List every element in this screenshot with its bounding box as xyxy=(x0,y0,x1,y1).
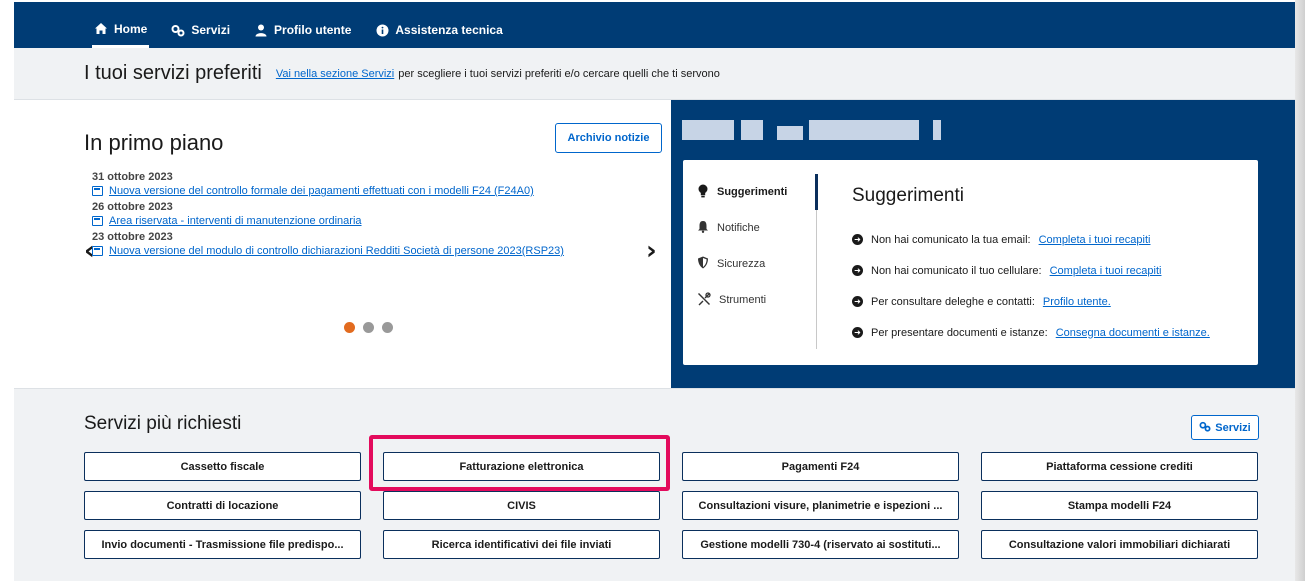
news-link[interactable]: Nuova versione del modulo di controllo d… xyxy=(109,244,564,258)
suggestion-link[interactable]: Completa i tuoi recapiti xyxy=(1039,234,1151,246)
carousel-next-icon[interactable]: › xyxy=(646,236,657,266)
suggestion-text: Non hai comunicato il tuo cellulare: xyxy=(871,264,1042,277)
tab-suggerimenti[interactable]: Suggerimenti xyxy=(697,174,817,210)
favorites-bar: I tuoi servizi preferiti Vai nella sezio… xyxy=(14,48,1295,100)
arrow-circle-icon: ➜ xyxy=(852,234,863,245)
carousel-dot[interactable] xyxy=(363,322,374,333)
tab-suggerimenti-label: Suggerimenti xyxy=(717,186,788,198)
popular-services-section: Servizi più richiesti Servizi Cassetto f… xyxy=(14,388,1295,581)
service-gestione-modelli-730[interactable]: Gestione modelli 730-4 (riservato ai sos… xyxy=(682,530,959,559)
service-stampa-modelli-f24[interactable]: Stampa modelli F24 xyxy=(981,491,1258,520)
news-date: 26 ottobre 2023 xyxy=(92,201,173,213)
user-panel: Suggerimenti Notifiche Sicurezza Strumen… xyxy=(671,100,1295,388)
suggestions-list: ➜ Non hai comunicato la tua email: Compl… xyxy=(852,224,1210,348)
favorites-link[interactable]: Vai nella sezione Servizi xyxy=(276,68,394,80)
news-link[interactable]: Area riservata - interventi di manutenzi… xyxy=(109,214,362,228)
suggestion-item: ➜ Per consultare deleghe e contatti: Pro… xyxy=(852,286,1210,317)
news-title: In primo piano xyxy=(84,130,224,155)
info-icon xyxy=(375,23,389,37)
redacted-name xyxy=(777,126,803,140)
tab-notifiche[interactable]: Notifiche xyxy=(697,210,817,246)
home-icon xyxy=(94,22,108,36)
suggestion-link[interactable]: Profilo utente. xyxy=(1043,296,1111,308)
suggestion-text: Non hai comunicato la tua email: xyxy=(871,233,1031,246)
shield-icon xyxy=(697,256,709,272)
suggestion-link[interactable]: Consegna documenti e istanze. xyxy=(1056,327,1210,339)
bell-icon xyxy=(697,220,709,236)
top-navigation: Home Servizi Profilo utente Assistenza t… xyxy=(14,2,1295,48)
nav-home[interactable]: Home xyxy=(92,12,150,48)
document-icon xyxy=(92,246,103,256)
news-list: 31 ottobre 2023 Nuova versione del contr… xyxy=(92,168,612,259)
nav-assistenza[interactable]: Assistenza tecnica xyxy=(373,12,504,48)
news-date: 23 ottobre 2023 xyxy=(92,231,173,243)
arrow-circle-icon: ➜ xyxy=(852,296,863,307)
redacted-name xyxy=(809,120,919,140)
suggestion-item: ➜ Per presentare documenti e istanze: Co… xyxy=(852,317,1210,348)
suggestions-title: Suggerimenti xyxy=(852,185,964,206)
news-item[interactable]: Nuova versione del controllo formale dei… xyxy=(92,184,612,198)
service-cassetto-fiscale[interactable]: Cassetto fiscale xyxy=(84,452,361,481)
right-shadow xyxy=(1295,0,1305,581)
redacted-name xyxy=(741,120,763,140)
favorites-title: I tuoi servizi preferiti xyxy=(84,62,262,84)
nav-servizi[interactable]: Servizi xyxy=(169,12,232,48)
nav-servizi-label: Servizi xyxy=(191,23,231,37)
nav-assistenza-label: Assistenza tecnica xyxy=(395,23,503,37)
suggestion-item: ➜ Non hai comunicato la tua email: Compl… xyxy=(852,224,1210,255)
news-link[interactable]: Nuova versione del controllo formale dei… xyxy=(109,184,534,198)
nav-profilo-label: Profilo utente xyxy=(274,23,352,37)
lightbulb-icon xyxy=(697,184,709,201)
popular-services-title: Servizi più richiesti xyxy=(84,413,242,434)
active-tab-indicator xyxy=(815,174,818,210)
archive-button[interactable]: Archivio notizie xyxy=(555,123,662,153)
tab-strumenti-label: Strumenti xyxy=(719,294,767,306)
carousel-dots xyxy=(344,322,393,333)
news-item[interactable]: Area riservata - interventi di manutenzi… xyxy=(92,214,612,228)
suggestion-text: Per presentare documenti e istanze: xyxy=(871,326,1048,339)
service-consultazioni-visure[interactable]: Consultazioni visure, planimetrie e ispe… xyxy=(682,491,959,520)
suggestions-card: Suggerimenti Notifiche Sicurezza Strumen… xyxy=(683,160,1258,365)
service-invio-documenti[interactable]: Invio documenti - Trasmissione file pred… xyxy=(84,530,361,559)
tools-icon xyxy=(697,291,711,309)
user-panel-nav: Suggerimenti Notifiche Sicurezza Strumen… xyxy=(697,174,817,318)
news-section: In primo piano Archivio notizie ‹ › 31 o… xyxy=(14,100,671,388)
carousel-dot[interactable] xyxy=(382,322,393,333)
news-item[interactable]: Nuova versione del modulo di controllo d… xyxy=(92,244,612,258)
services-button[interactable]: Servizi xyxy=(1191,415,1259,440)
service-piattaforma-cessione-crediti[interactable]: Piattaforma cessione crediti xyxy=(981,452,1258,481)
services-grid: Cassetto fiscale Fatturazione elettronic… xyxy=(84,452,1258,559)
news-date: 31 ottobre 2023 xyxy=(92,171,173,183)
suggestion-text: Per consultare deleghe e contatti: xyxy=(871,295,1035,308)
screenshot-frame: Home Servizi Profilo utente Assistenza t… xyxy=(0,0,1305,581)
redacted-name xyxy=(682,120,734,140)
tab-sicurezza[interactable]: Sicurezza xyxy=(697,246,817,282)
favorites-text: per scegliere i tuoi servizi preferiti e… xyxy=(398,67,720,80)
service-consultazione-valori-immobiliari[interactable]: Consultazione valori immobiliari dichiar… xyxy=(981,530,1258,559)
suggestion-link[interactable]: Completa i tuoi recapiti xyxy=(1050,265,1162,277)
suggestion-item: ➜ Non hai comunicato il tuo cellulare: C… xyxy=(852,255,1210,286)
services-button-label: Servizi xyxy=(1215,421,1251,434)
services-icon xyxy=(1199,421,1211,435)
service-civis[interactable]: CIVIS xyxy=(383,491,660,520)
service-pagamenti-f24[interactable]: Pagamenti F24 xyxy=(682,452,959,481)
redacted-name xyxy=(933,120,941,140)
carousel-dot-active[interactable] xyxy=(344,322,355,333)
service-fatturazione-elettronica[interactable]: Fatturazione elettronica xyxy=(383,452,660,481)
tab-strumenti[interactable]: Strumenti xyxy=(697,282,817,318)
services-icon xyxy=(171,23,185,37)
nav-home-label: Home xyxy=(114,21,148,36)
service-ricerca-identificativi[interactable]: Ricerca identificativi dei file inviati xyxy=(383,530,660,559)
arrow-circle-icon: ➜ xyxy=(852,327,863,338)
tab-sicurezza-label: Sicurezza xyxy=(717,258,766,270)
document-icon xyxy=(92,186,103,196)
service-contratti-locazione[interactable]: Contratti di locazione xyxy=(84,491,361,520)
user-icon xyxy=(254,23,268,37)
arrow-circle-icon: ➜ xyxy=(852,265,863,276)
nav-profilo[interactable]: Profilo utente xyxy=(252,12,353,48)
document-icon xyxy=(92,216,103,226)
app-window: Home Servizi Profilo utente Assistenza t… xyxy=(14,2,1295,581)
tab-notifiche-label: Notifiche xyxy=(717,222,760,234)
